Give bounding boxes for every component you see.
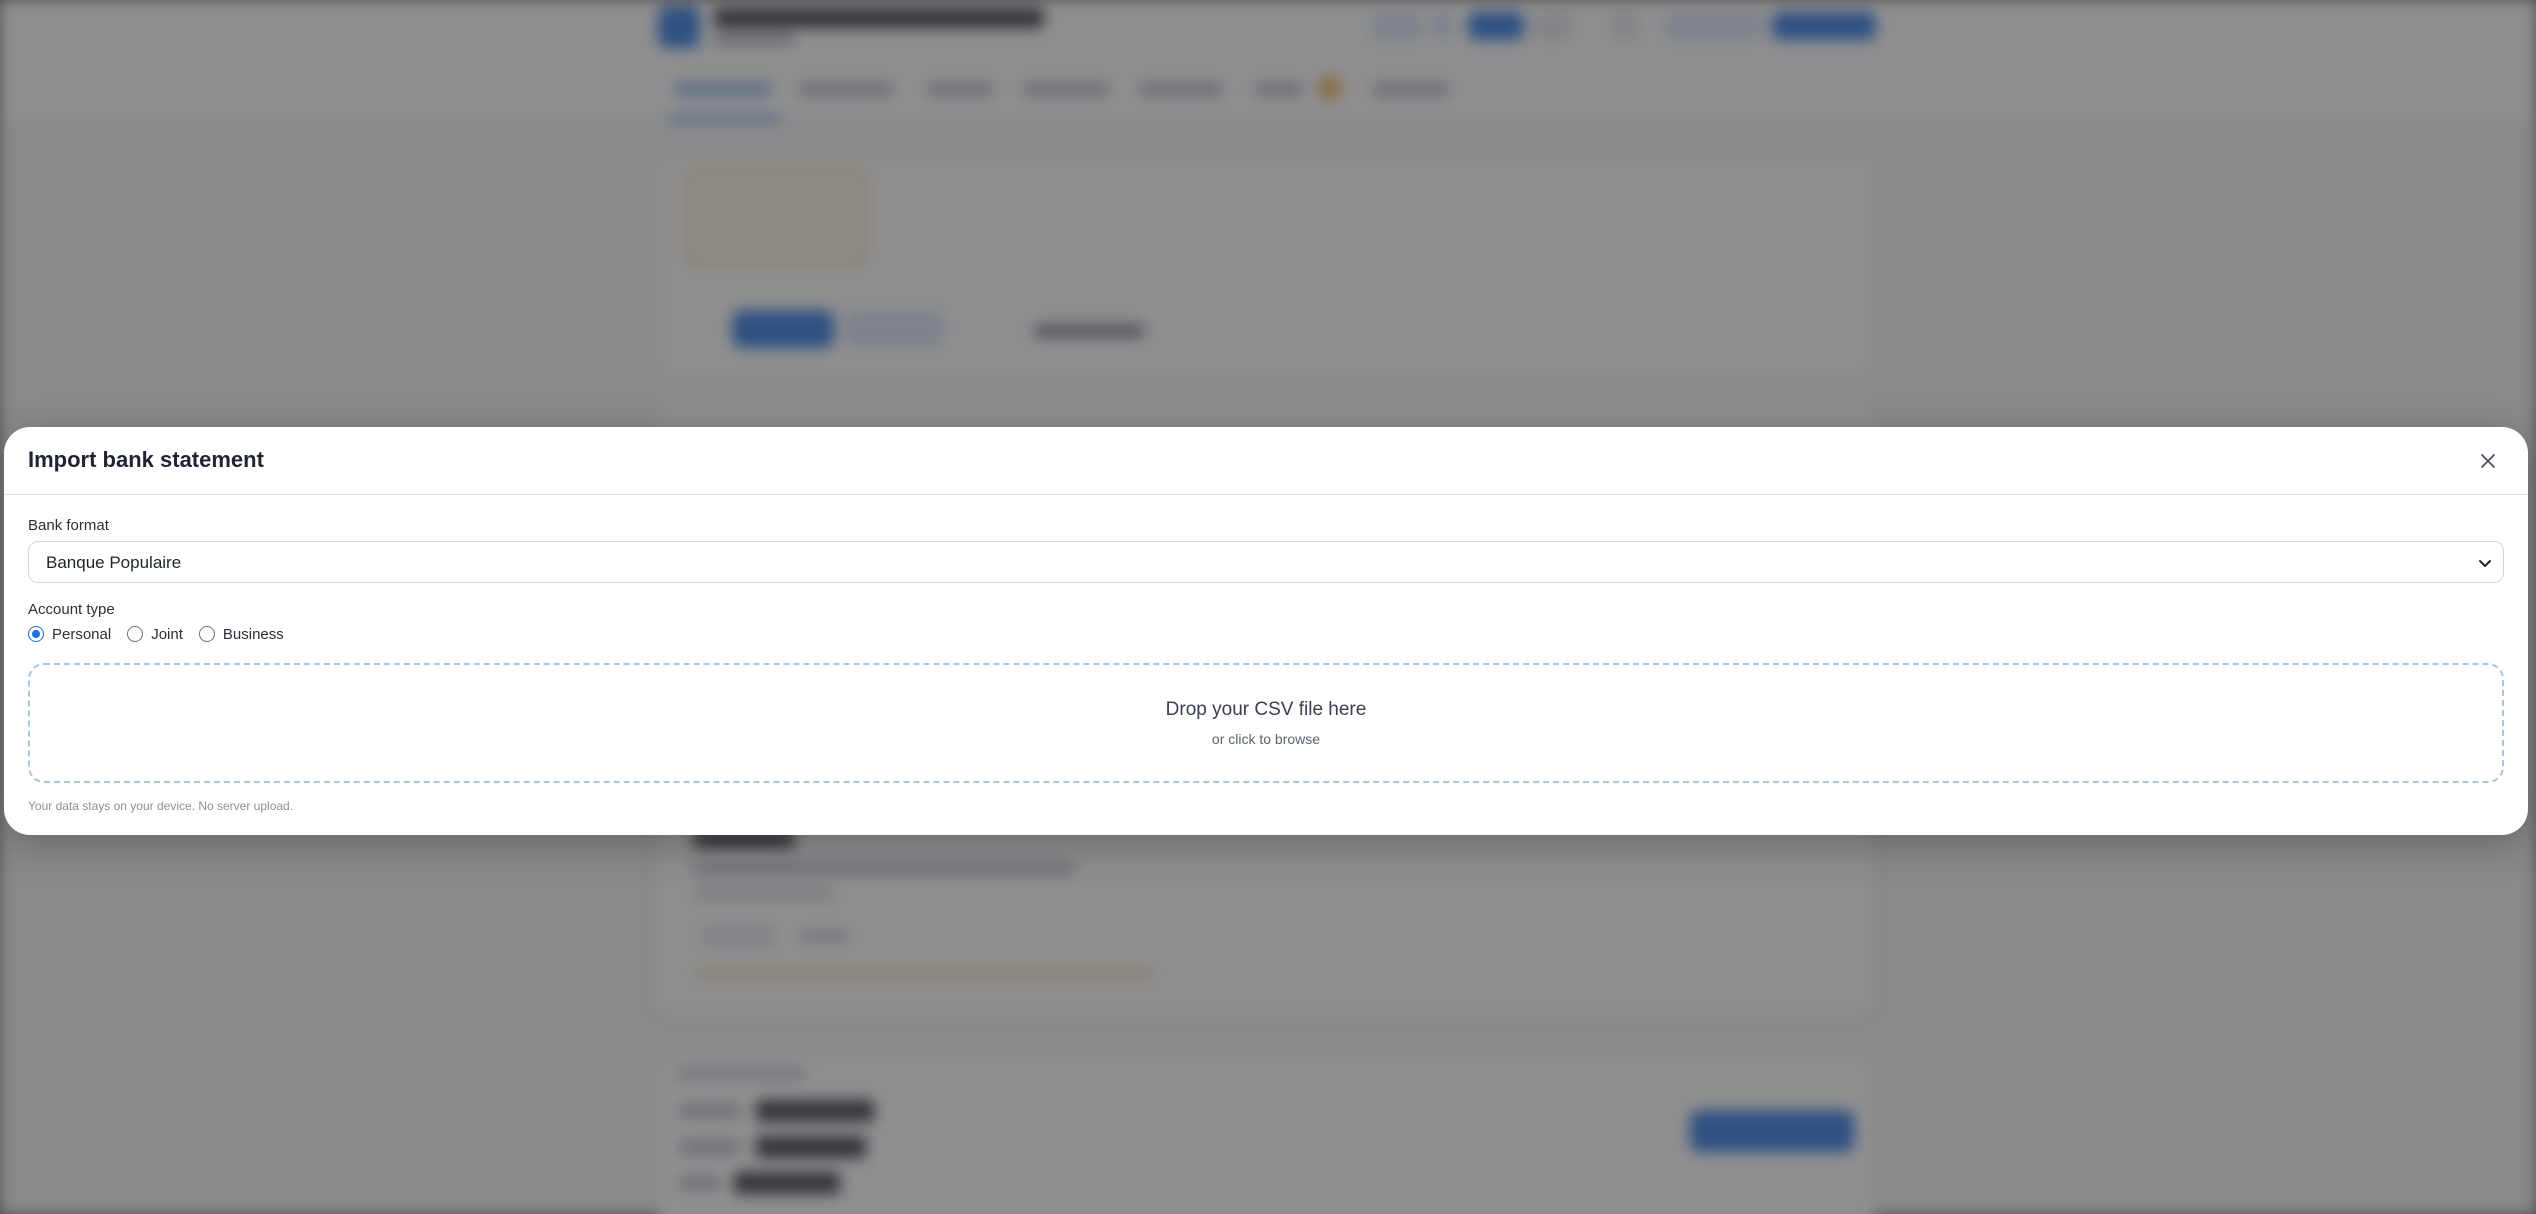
radio-joint[interactable]: Joint [127,626,183,643]
radio-personal[interactable]: Personal [28,626,111,643]
radio-label: Personal [52,625,112,643]
account-type-label: Account type [28,601,115,618]
account-type-group: Personal Joint Business [28,624,300,644]
dialog-header: Import bank statement [4,427,2528,495]
bank-format-selected: Banque Populaire [46,553,182,572]
bank-format-select[interactable]: Banque Populaire [28,541,2504,583]
dropzone-subtitle: or click to browse [1211,731,1321,747]
radio-label: Joint [151,625,183,643]
bank-format-label: Bank format [28,517,109,534]
radio-button[interactable] [198,626,215,642]
radio-button[interactable] [127,626,144,642]
close-button[interactable] [2474,447,2502,475]
radio-button[interactable] [28,626,44,642]
radio-business[interactable]: Business [198,625,284,643]
privacy-note: Your data stays on your device. No serve… [28,799,294,813]
radio-label: Business [222,625,284,643]
import-dialog: Import bank statement Bank format Banque… [4,427,2528,835]
dropzone-title: Drop your CSV file here [1165,699,1367,720]
close-icon [2481,454,2495,468]
dialog-title: Import bank statement [28,447,264,472]
csv-dropzone[interactable]: Drop your CSV file here or click to brow… [28,663,2504,783]
chevron-down-icon [2479,560,2491,567]
